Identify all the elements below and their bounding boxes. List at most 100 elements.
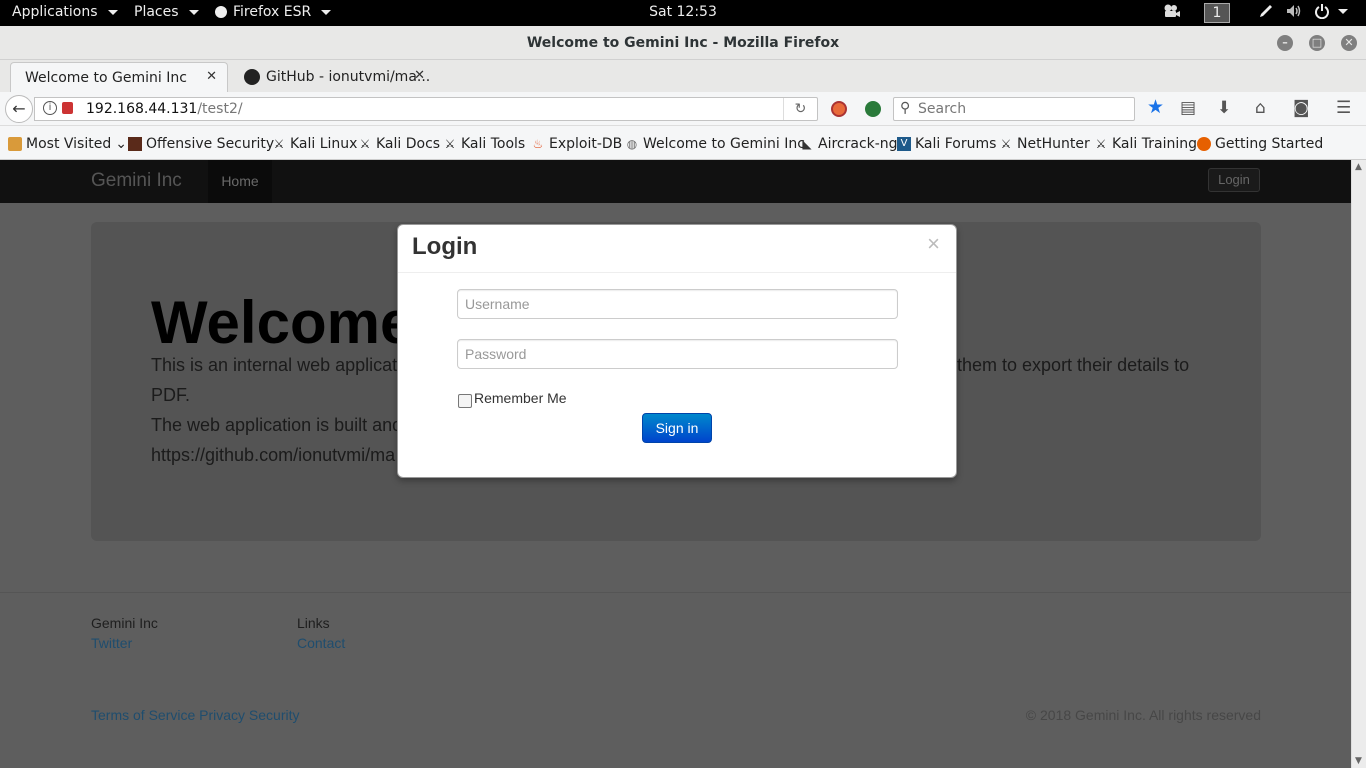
footer-heading-links: Links: [297, 615, 330, 631]
password-input[interactable]: [457, 339, 898, 369]
tab-github[interactable]: GitHub - ionutvmi/ma... ✕: [230, 62, 435, 92]
home-icon[interactable]: ⌂: [1255, 98, 1266, 118]
bookmark-most-visited[interactable]: Most Visited ⌄: [8, 136, 127, 152]
bookmark-star-icon[interactable]: ★: [1147, 96, 1164, 118]
volume-icon[interactable]: [1285, 3, 1303, 19]
scroll-down-icon[interactable]: ▼: [1355, 756, 1362, 766]
aircrack-icon: ◣: [802, 137, 812, 151]
bookmark-aircrack-ng[interactable]: ◣ Aircrack-ng: [800, 136, 898, 152]
offsec-icon: [128, 137, 142, 151]
url-text[interactable]: 192.168.44.131/test2/: [86, 101, 243, 117]
bookmark-label: Kali Linux: [290, 136, 358, 152]
bookmark-label: Offensive Security: [146, 136, 275, 152]
pen-icon[interactable]: [1258, 3, 1274, 19]
clock[interactable]: Sat 12:53: [0, 4, 1366, 20]
hero-text-line1-left: This is an internal web applicat: [151, 355, 398, 375]
kali-icon: ⚔: [273, 137, 285, 151]
close-tab-icon[interactable]: ✕: [206, 69, 217, 84]
search-icon: ⚲: [900, 100, 911, 116]
tab-label: Welcome to Gemini Inc: [25, 69, 187, 86]
search-input[interactable]: ⚲ Search: [893, 97, 1135, 121]
url-path: /test2/: [197, 101, 243, 117]
sign-in-button[interactable]: Sign in: [642, 413, 712, 443]
reading-list-icon[interactable]: ▤: [1180, 98, 1196, 118]
shield-icon[interactable]: [865, 101, 881, 117]
site-brand[interactable]: Gemini Inc: [91, 170, 182, 192]
chevron-down-icon: ⌄: [115, 136, 127, 152]
github-icon: [244, 69, 260, 85]
login-modal: Login × Remember Me Sign in: [397, 224, 957, 478]
page-scrollbar[interactable]: ▲ ▼: [1351, 160, 1366, 768]
forums-icon: V: [897, 137, 911, 151]
bookmark-kali-forums[interactable]: V Kali Forums: [897, 136, 996, 152]
chevron-down-icon: [1338, 8, 1348, 14]
noscript-icon[interactable]: [831, 101, 847, 117]
bookmark-getting-started[interactable]: Getting Started: [1197, 136, 1323, 152]
navigation-toolbar: ← i 192.168.44.131/test2/ ↻ ⚲ Search ★ ▤…: [0, 92, 1366, 126]
bookmark-welcome-gemini[interactable]: ◍ Welcome to Gemini Inc: [625, 136, 805, 152]
hamburger-menu-icon[interactable]: ☰: [1336, 98, 1351, 118]
firefox-icon: [1197, 137, 1211, 151]
bookmark-label: Kali Forums: [915, 136, 997, 152]
kali-icon: ⚔: [1000, 137, 1012, 151]
window-title: Welcome to Gemini Inc - Mozilla Firefox: [526, 35, 840, 51]
power-icon[interactable]: [1314, 3, 1348, 19]
bookmark-label: Kali Training: [1112, 136, 1197, 152]
workspace-indicator[interactable]: 1: [1204, 3, 1230, 23]
username-input[interactable]: [457, 289, 898, 319]
exploitdb-icon: ♨: [532, 137, 544, 151]
remember-me-checkbox[interactable]: [458, 394, 472, 408]
close-window-icon[interactable]: ✕: [1341, 35, 1357, 51]
back-arrow-icon[interactable]: ←: [5, 95, 33, 123]
close-icon[interactable]: ×: [927, 231, 940, 257]
folder-icon: [8, 137, 22, 151]
gnome-top-bar: Applications Places Firefox ESR Sat 12:5…: [0, 0, 1366, 26]
login-button[interactable]: Login: [1208, 168, 1260, 192]
video-camera-icon[interactable]: [1163, 3, 1181, 19]
bookmark-kali-tools[interactable]: ⚔ Kali Tools: [443, 136, 526, 152]
bookmark-label: Exploit-DB: [549, 136, 623, 152]
globe-icon: ◍: [626, 137, 638, 151]
copyright-text: © 2018 Gemini Inc. All rights reserved: [1025, 707, 1261, 723]
hero-title: Welcome: [151, 289, 414, 356]
footer-link-contact[interactable]: Contact: [297, 635, 345, 651]
bookmark-offensive-security[interactable]: Offensive Security: [128, 136, 274, 152]
kali-icon: ⚔: [359, 137, 371, 151]
kali-icon: ⚔: [444, 137, 456, 151]
bookmark-label: Most Visited: [26, 136, 112, 152]
bookmark-label: Aircrack-ng: [818, 136, 898, 152]
bookmark-kali-training[interactable]: ⚔ Kali Training: [1094, 136, 1197, 152]
window-titlebar[interactable]: Welcome to Gemini Inc - Mozilla Firefox …: [0, 26, 1366, 60]
info-icon[interactable]: i: [43, 101, 57, 115]
footer-divider: [0, 592, 1351, 593]
maximize-icon[interactable]: □: [1309, 35, 1325, 51]
search-placeholder: Search: [918, 101, 967, 117]
modal-title: Login: [412, 233, 478, 260]
bookmark-label: Kali Docs: [376, 136, 441, 152]
tab-label: GitHub - ionutvmi/ma...: [266, 69, 431, 85]
bookmark-exploit-db[interactable]: ♨ Exploit-DB: [531, 136, 623, 152]
bookmark-kali-docs[interactable]: ⚔ Kali Docs: [358, 136, 440, 152]
bookmark-label: Getting Started: [1215, 136, 1324, 152]
minimize-icon[interactable]: –: [1277, 35, 1293, 51]
bookmark-nethunter[interactable]: ⚔ NetHunter: [999, 136, 1090, 152]
download-icon[interactable]: ⬇: [1217, 98, 1231, 118]
close-tab-icon[interactable]: ✕: [414, 68, 425, 83]
bookmark-kali-linux[interactable]: ⚔ Kali Linux: [272, 136, 358, 152]
pocket-icon[interactable]: ◙: [1293, 98, 1310, 118]
url-host: 192.168.44.131: [86, 101, 198, 117]
tab-welcome-gemini[interactable]: Welcome to Gemini Inc ✕: [10, 62, 228, 92]
remember-me-row: Remember Me: [458, 388, 567, 408]
nav-home-link[interactable]: Home: [208, 160, 272, 203]
remember-me-label[interactable]: Remember Me: [474, 390, 567, 406]
footer-legal-links[interactable]: Terms of Service Privacy Security: [91, 707, 300, 723]
bookmarks-toolbar: Most Visited ⌄ Offensive Security ⚔ Kali L…: [0, 126, 1366, 160]
footer-link-twitter[interactable]: Twitter: [91, 635, 132, 651]
insecure-lock-icon[interactable]: [62, 102, 73, 114]
reload-icon[interactable]: ↻: [783, 98, 817, 120]
hero-text-line1-right: them to export their details to: [957, 355, 1190, 375]
tab-strip: Welcome to Gemini Inc ✕ GitHub - ionutvm…: [0, 60, 1366, 146]
bookmark-label: Kali Tools: [461, 136, 526, 152]
scroll-up-icon[interactable]: ▲: [1355, 162, 1362, 172]
url-bar[interactable]: i 192.168.44.131/test2/ ↻: [34, 97, 818, 121]
